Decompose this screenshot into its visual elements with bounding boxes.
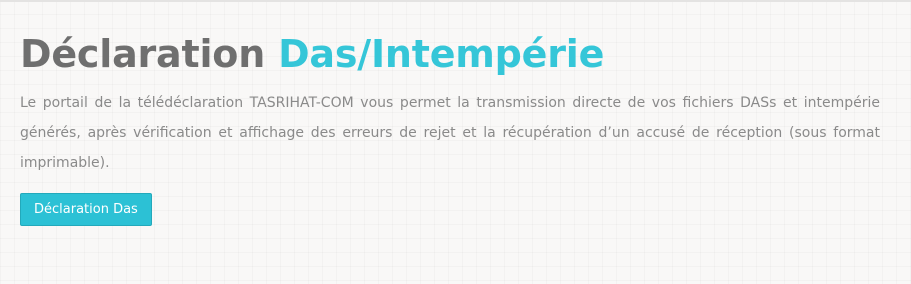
top-divider [0,0,911,2]
hero-section: Déclaration Das/Intempérie Le portail de… [20,30,880,178]
page-title-accent: Das/Intempérie [278,32,605,76]
page-title-prefix: Déclaration [20,32,266,76]
declaration-das-button[interactable]: Déclaration Das [20,193,152,226]
page-title: Déclaration Das/Intempérie [20,30,880,78]
hero-description: Le portail de la télédéclaration TASRIHA… [20,95,880,171]
